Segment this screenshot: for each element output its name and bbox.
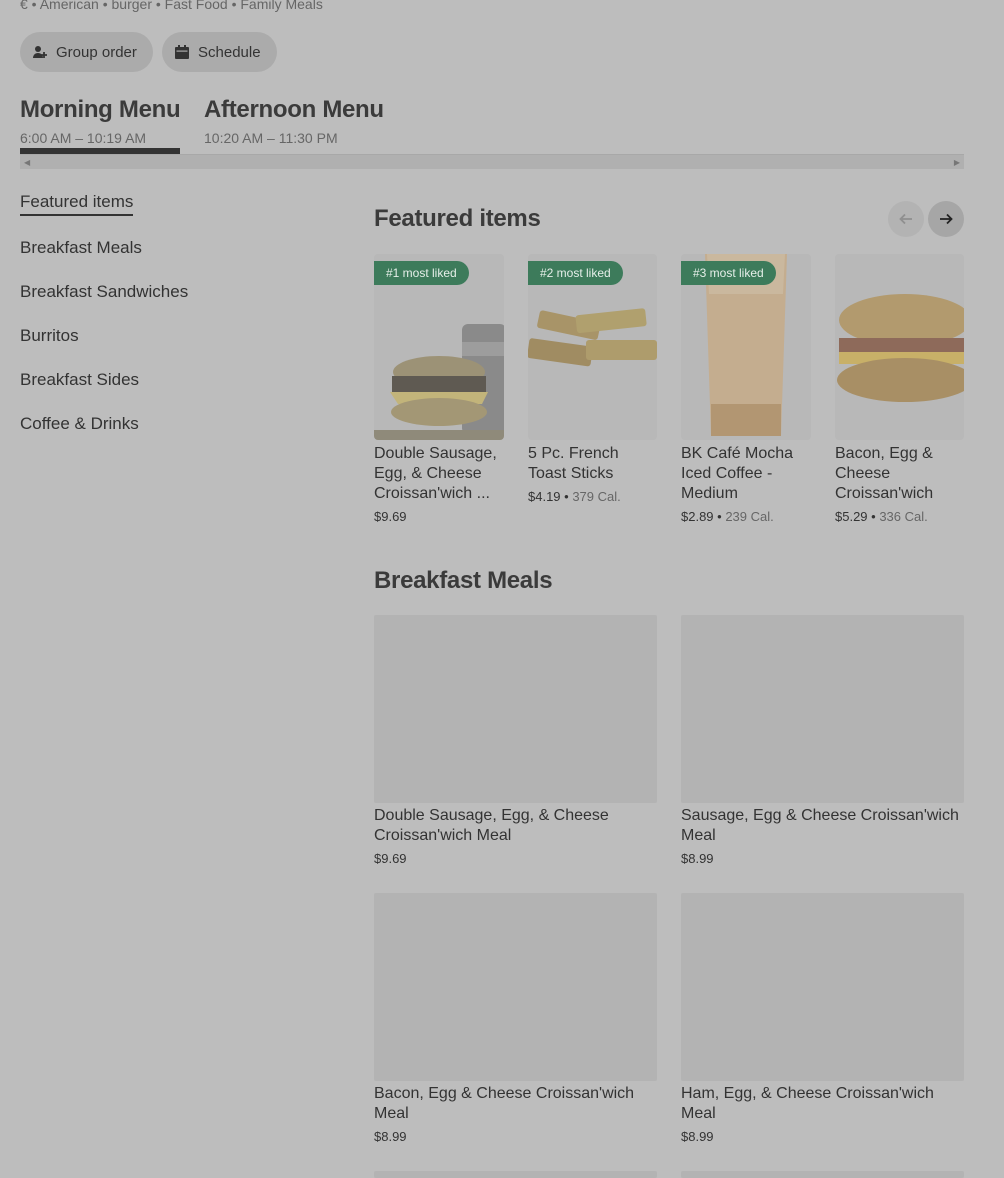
featured-item-price: $2.89 • 239 Cal. bbox=[681, 509, 774, 524]
featured-item-price: $4.19 • 379 Cal. bbox=[528, 489, 621, 504]
arrow-right-icon bbox=[940, 213, 953, 225]
menu-hours: 10:20 AM – 11:30 PM bbox=[204, 130, 338, 146]
meal-item-image[interactable] bbox=[681, 615, 964, 803]
featured-item-image[interactable]: #2 most liked bbox=[528, 254, 657, 440]
scroll-right-icon[interactable]: ▶ bbox=[954, 158, 960, 167]
meal-item-name[interactable]: Sausage, Egg & Cheese Croissan'wich Meal bbox=[681, 806, 964, 846]
meal-item-name[interactable]: Bacon, Egg & Cheese Croissan'wich Meal bbox=[374, 1084, 657, 1124]
price: $4.19 bbox=[528, 489, 561, 504]
meal-item-image[interactable] bbox=[374, 615, 657, 803]
schedule-button[interactable]: Schedule bbox=[162, 32, 277, 72]
featured-item-price: $9.69 bbox=[374, 509, 407, 524]
most-liked-badge: #1 most liked bbox=[374, 261, 469, 285]
tab-afternoon-menu[interactable]: Afternoon Menu 10:20 AM – 11:30 PM bbox=[204, 96, 384, 146]
calories: 239 Cal. bbox=[725, 509, 774, 524]
horizontal-scrollbar[interactable]: ◀ ▶ bbox=[20, 154, 964, 169]
breakfast-meals-section-title: Breakfast Meals bbox=[374, 567, 553, 594]
featured-item-image[interactable] bbox=[835, 254, 964, 440]
meal-item-image[interactable] bbox=[374, 893, 657, 1081]
featured-item-name[interactable]: 5 Pc. French Toast Sticks bbox=[528, 444, 658, 484]
featured-section-title: Featured items bbox=[374, 205, 541, 232]
menu-hours: 6:00 AM – 10:19 AM bbox=[20, 130, 147, 146]
meal-item-price: $8.99 bbox=[374, 1129, 407, 1144]
store-tagline: € • American • burger • Fast Food • Fami… bbox=[20, 0, 323, 12]
add-person-icon bbox=[32, 44, 48, 60]
featured-item-price: $5.29 • 336 Cal. bbox=[835, 509, 928, 524]
calendar-icon bbox=[174, 44, 190, 60]
carousel-next-button[interactable] bbox=[928, 201, 964, 237]
featured-item-image[interactable]: #1 most liked bbox=[374, 254, 504, 440]
meal-item-price: $8.99 bbox=[681, 851, 714, 866]
featured-item-name[interactable]: Bacon, Egg & Cheese Croissan'wich bbox=[835, 444, 965, 504]
sidebar-item-burritos[interactable]: Burritos bbox=[20, 326, 79, 346]
price: $9.69 bbox=[374, 509, 407, 524]
calories: 379 Cal. bbox=[572, 489, 621, 504]
group-order-label: Group order bbox=[56, 43, 137, 61]
price: $2.89 bbox=[681, 509, 714, 524]
featured-item-name[interactable]: Double Sausage, Egg, & Cheese Croissan'w… bbox=[374, 444, 504, 504]
meal-item-name[interactable]: Ham, Egg, & Cheese Croissan'wich Meal bbox=[681, 1084, 964, 1124]
price: $5.29 bbox=[835, 509, 868, 524]
meal-item-name[interactable]: Double Sausage, Egg, & Cheese Croissan'w… bbox=[374, 806, 657, 846]
meal-item-image[interactable] bbox=[681, 893, 964, 1081]
croissant-sandwich-image bbox=[837, 294, 964, 402]
arrow-left-icon bbox=[899, 213, 912, 225]
featured-item-name[interactable]: BK Café Mocha Iced Coffee - Medium bbox=[681, 444, 811, 504]
meal-item-image[interactable] bbox=[374, 1171, 657, 1178]
sidebar-item-breakfast-sides[interactable]: Breakfast Sides bbox=[20, 370, 139, 390]
schedule-label: Schedule bbox=[198, 43, 261, 61]
most-liked-badge: #3 most liked bbox=[681, 261, 776, 285]
calories: 336 Cal. bbox=[879, 509, 928, 524]
most-liked-badge: #2 most liked bbox=[528, 261, 623, 285]
menu-title: Morning Menu bbox=[20, 96, 181, 123]
meal-item-price: $8.99 bbox=[681, 1129, 714, 1144]
sidebar-item-breakfast-meals[interactable]: Breakfast Meals bbox=[20, 238, 142, 258]
group-order-button[interactable]: Group order bbox=[20, 32, 153, 72]
scroll-left-icon[interactable]: ◀ bbox=[24, 158, 30, 167]
sidebar-item-coffee-drinks[interactable]: Coffee & Drinks bbox=[20, 414, 139, 434]
menu-title: Afternoon Menu bbox=[204, 96, 384, 123]
sidebar-item-featured-items[interactable]: Featured items bbox=[20, 192, 134, 216]
carousel-prev-button[interactable] bbox=[888, 201, 924, 237]
tab-morning-menu[interactable]: Morning Menu 6:00 AM – 10:19 AM bbox=[20, 96, 181, 146]
meal-item-price: $9.69 bbox=[374, 851, 407, 866]
meal-item-image[interactable] bbox=[681, 1171, 964, 1178]
sidebar-item-breakfast-sandwiches[interactable]: Breakfast Sandwiches bbox=[20, 282, 188, 302]
featured-item-image[interactable]: #3 most liked bbox=[681, 254, 811, 440]
